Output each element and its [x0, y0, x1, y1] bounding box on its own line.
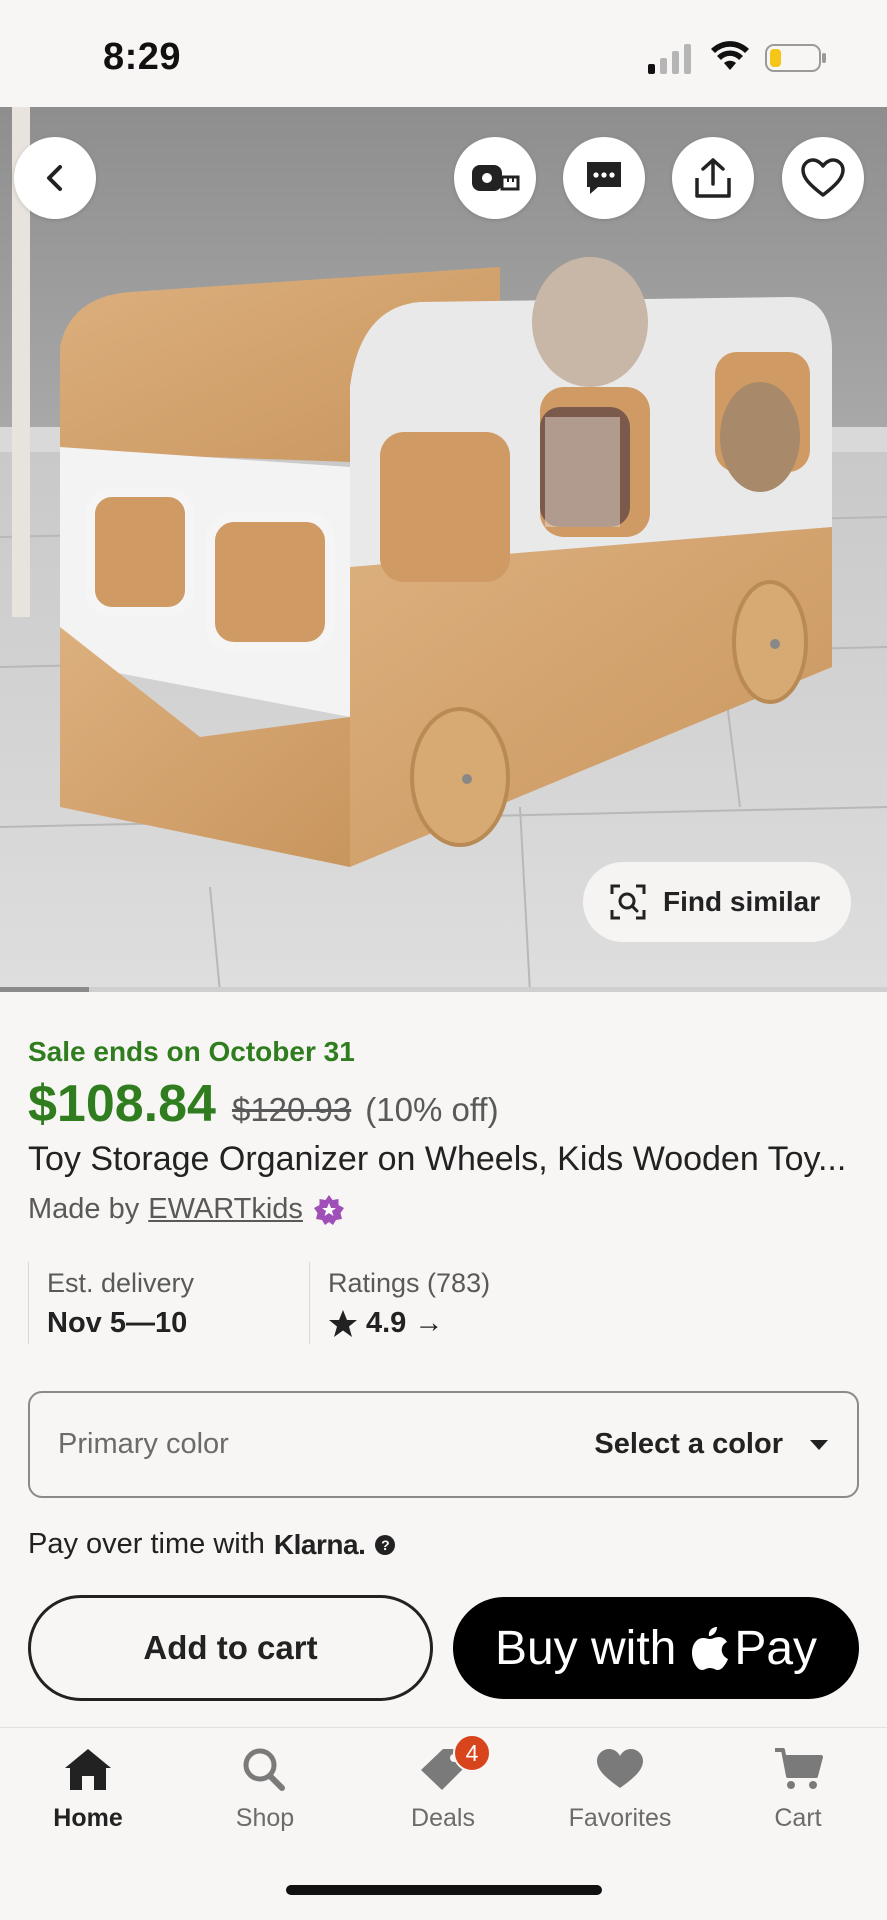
status-bar: 8:29 [0, 0, 887, 107]
klarna-logo: Klarna. [273, 1528, 366, 1560]
back-button[interactable] [14, 137, 96, 219]
heart-icon [597, 1749, 643, 1788]
product-title: Toy Storage Organizer on Wheels, Kids Wo… [28, 1140, 847, 1178]
buy-with-label: Buy with [494, 1621, 677, 1675]
favorite-button[interactable] [782, 137, 864, 219]
delivery-value: Nov 5—10 [47, 1307, 188, 1339]
rating-value: 4.9 [366, 1307, 407, 1339]
delivery-info: Est. delivery Nov 5—10 [28, 1262, 308, 1344]
cart-icon [775, 1748, 823, 1789]
nav-label: Home [53, 1804, 123, 1832]
nav-home[interactable]: Home [18, 1746, 158, 1833]
apple-logo-icon [692, 1627, 729, 1670]
sale-ends-text: Sale ends on October 31 [28, 1036, 355, 1067]
shop-link[interactable]: EWARTkids [148, 1193, 303, 1226]
klarna-prefix: Pay over time with [28, 1528, 265, 1560]
nav-label: Shop [235, 1804, 295, 1832]
original-price: $120.93 [231, 1091, 352, 1128]
product-photo [0, 107, 887, 992]
find-similar-label: Find similar [663, 886, 821, 917]
nav-label: Cart [774, 1804, 822, 1832]
message-icon [587, 162, 621, 194]
add-to-cart-button[interactable]: Add to cart [28, 1595, 433, 1701]
share-button[interactable] [672, 137, 754, 219]
primary-color-select[interactable]: Primary color Select a color [28, 1391, 859, 1498]
star-seller-icon [313, 1194, 344, 1225]
ratings-label: Ratings (783) [328, 1268, 491, 1298]
home-icon [65, 1749, 111, 1790]
sale-price: $108.84 [28, 1075, 216, 1133]
ratings-info[interactable]: Ratings (783) 4.9 → [309, 1262, 609, 1344]
made-by: Made by EWARTkids [28, 1193, 345, 1226]
color-select-value: Select a color [594, 1428, 783, 1460]
battery-icon [765, 44, 826, 72]
visual-search-icon [610, 884, 646, 920]
nav-label: Deals [411, 1804, 475, 1832]
deals-badge: 4 [453, 1734, 491, 1772]
share-icon [695, 158, 731, 198]
find-similar-button[interactable]: Find similar [583, 862, 851, 942]
search-icon [243, 1748, 285, 1791]
rating-value-row: 4.9 → [328, 1307, 609, 1340]
delivery-label: Est. delivery [47, 1268, 195, 1298]
klarna-row: Pay over time with Klarna. ? [28, 1528, 396, 1561]
rating-arrow: → [414, 1307, 444, 1339]
heart-outline-icon [801, 158, 845, 197]
image-progress-bar [0, 987, 887, 992]
image-progress-fill [0, 987, 89, 992]
discount-text: (10% off) [365, 1091, 499, 1128]
nav-favorites[interactable]: Favorites [550, 1746, 690, 1833]
measure-button[interactable] [454, 137, 536, 219]
made-by-prefix: Made by [28, 1193, 140, 1225]
product-image[interactable]: Find similar [0, 107, 887, 992]
star-icon [329, 1309, 357, 1337]
back-icon [47, 165, 62, 191]
price-row: $108.84 $120.93 (10% off) [28, 1074, 499, 1134]
wifi-icon [711, 41, 749, 70]
apple-pay-button[interactable]: Buy with Pay [453, 1597, 859, 1699]
pay-label: Pay [734, 1621, 818, 1675]
signal-icon [648, 44, 691, 74]
status-time: 8:29 [103, 36, 182, 78]
nav-cart[interactable]: Cart [728, 1746, 868, 1833]
home-indicator [286, 1885, 602, 1895]
nav-label: Favorites [568, 1804, 672, 1832]
nav-deals[interactable]: 4 Deals [373, 1734, 513, 1833]
caret-down-icon [810, 1439, 828, 1450]
message-button[interactable] [563, 137, 645, 219]
measure-icon [472, 165, 520, 191]
nav-shop[interactable]: Shop [195, 1746, 335, 1833]
klarna-help-icon[interactable]: ? [375, 1534, 396, 1555]
color-select-label: Primary color [58, 1428, 229, 1460]
